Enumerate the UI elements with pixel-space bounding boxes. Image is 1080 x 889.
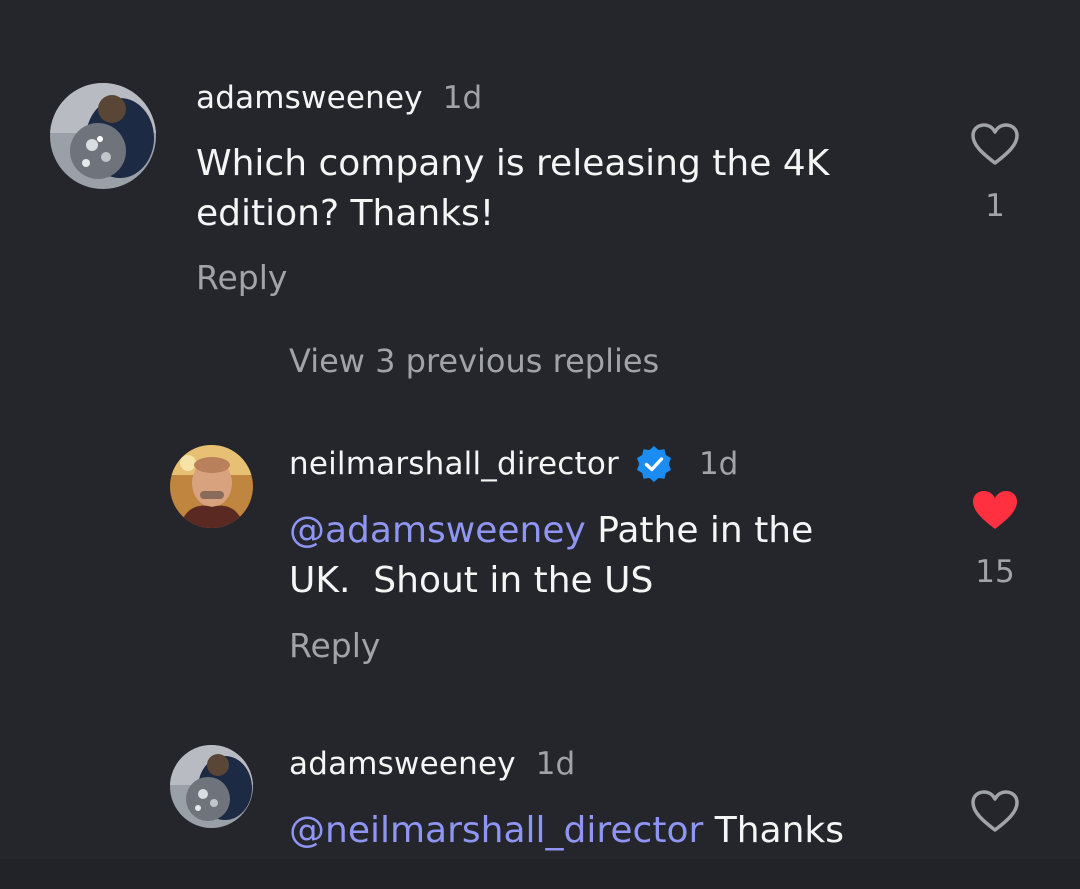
comment-text-line: edition? Thanks! [196,193,495,234]
comment-text-segment: Pathe in the [585,510,814,551]
mention-link[interactable]: @neilmarshall_director [289,810,703,851]
avatar[interactable] [50,83,156,189]
timestamp: 1d [535,746,576,782]
like-button[interactable] [970,789,1020,837]
heart-outline-icon [971,123,1019,165]
comment-text-line: UK. Shout in the US [289,560,654,601]
like-count: 1 [985,188,1005,224]
timestamp: 1d [442,80,483,116]
view-previous-replies-button[interactable]: View 3 previous replies [289,342,659,380]
timestamp: 1d [698,446,739,482]
username[interactable]: adamsweeney [196,80,423,116]
like-button[interactable] [970,122,1020,170]
heart-outline-icon [971,790,1019,832]
verified-badge-icon [635,445,673,483]
bottom-edge [0,859,1080,889]
comment-meta: adamsweeney 1d [289,746,575,782]
comment-text-line: @neilmarshall_director Thanks [289,806,949,856]
reply-button[interactable]: Reply [289,626,380,665]
avatar-image [170,745,253,828]
avatar[interactable] [170,445,253,528]
username[interactable]: neilmarshall_director [289,446,619,482]
mention-link[interactable]: @adamsweeney [289,510,586,551]
reply-button[interactable]: Reply [196,258,287,297]
avatar-image [50,83,156,189]
comment-text: @adamsweeney Pathe in the UK. Shout in t… [289,506,929,606]
avatar-image [170,445,253,528]
comment-text: @neilmarshall_director Thanks [289,806,949,856]
comment-text-line: @adamsweeney Pathe in the [289,506,929,556]
username[interactable]: adamsweeney [289,746,516,782]
comment-meta: neilmarshall_director 1d [289,445,738,483]
like-button[interactable] [970,488,1020,536]
comment-text-line: Which company is releasing the 4K [196,143,830,184]
comment-text-segment: Thanks [703,810,845,851]
heart-filled-icon [973,491,1017,529]
avatar[interactable] [170,745,253,828]
comment-meta: adamsweeney 1d [196,80,482,116]
comment-text: Which company is releasing the 4K editio… [196,139,916,239]
like-count: 15 [975,554,1015,590]
